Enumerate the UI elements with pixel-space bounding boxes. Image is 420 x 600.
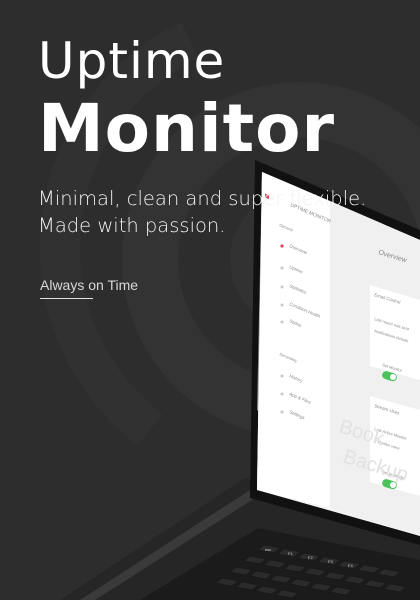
- sidebar-item-statistics[interactable]: Statistics: [289, 283, 308, 295]
- card-1-line2: Notifications include: [374, 328, 410, 343]
- sidebar-item-app-files[interactable]: App & Files: [289, 391, 313, 405]
- hero-tagline-line-1: Minimal, clean and super flexible.: [38, 187, 367, 210]
- sidebar-item-settings[interactable]: Settings: [289, 409, 307, 420]
- cta-underline: [40, 298, 93, 299]
- page-title: Overview: [377, 249, 408, 264]
- card-1-toggle-label: Set Monitor: [382, 362, 404, 373]
- hero-title-line-2: Monitor: [38, 90, 336, 167]
- sidebar-item-status[interactable]: Status: [289, 318, 303, 328]
- sidebar-item-uptime[interactable]: Uptime: [289, 264, 305, 274]
- sidebar-section-general: General: [279, 222, 294, 232]
- sidebar-item-condition-health[interactable]: Condition Health: [289, 301, 322, 319]
- sidebar-item-overview[interactable]: Overview: [289, 243, 309, 255]
- hero-title-line-1: Uptime: [38, 32, 226, 90]
- background-word-backup: Backup: [341, 446, 411, 487]
- background-word-book: Book: [337, 416, 388, 451]
- card-2-title: Stream Uses: [374, 403, 401, 416]
- sidebar-section-secondary: Secondary: [279, 351, 299, 363]
- sidebar-item-history[interactable]: History: [289, 373, 305, 383]
- always-on-time-link[interactable]: Always on Time: [40, 278, 138, 292]
- card-1-title: Email Control: [374, 292, 401, 305]
- hero-tagline-line-2: Made with passion.: [38, 214, 226, 237]
